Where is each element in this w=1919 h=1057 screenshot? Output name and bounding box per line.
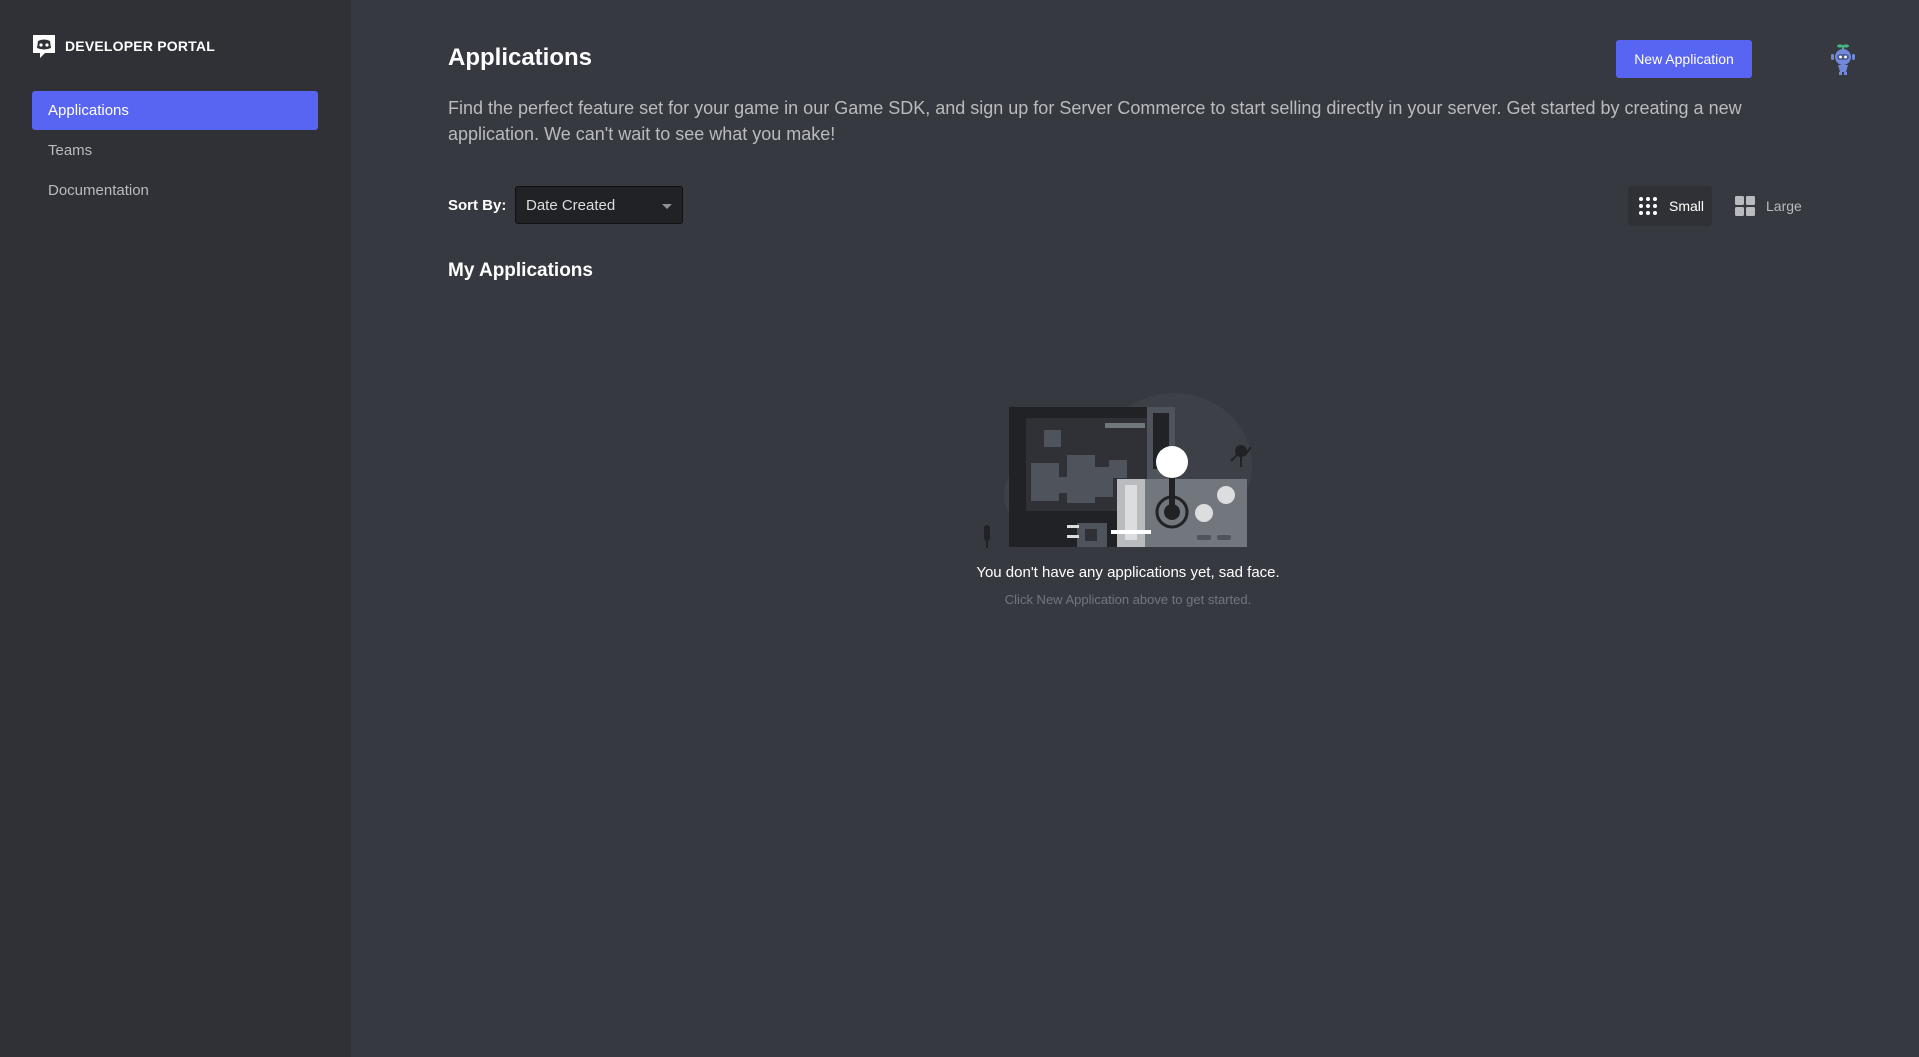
sidebar-item-teams[interactable]: Teams: [32, 131, 318, 170]
sidebar-nav: Applications Teams Documentation: [32, 91, 318, 211]
sort-select[interactable]: Date Created: [515, 186, 683, 224]
view-size-large-label: Large: [1766, 198, 1802, 214]
sidebar-item-documentation[interactable]: Documentation: [32, 171, 318, 210]
small-grid-icon: [1639, 197, 1657, 215]
view-size-small-label: Small: [1669, 198, 1705, 214]
view-size-small-button[interactable]: Small: [1628, 186, 1712, 226]
new-application-button[interactable]: New Application: [1616, 40, 1752, 78]
empty-state-title: You don't have any applications yet, sad…: [976, 564, 1280, 581]
main-content: Applications New Application Find the pe…: [351, 0, 1919, 1057]
sidebar: DEVELOPER PORTAL Applications Teams Docu…: [0, 0, 351, 1057]
brand[interactable]: DEVELOPER PORTAL: [31, 33, 215, 59]
empty-state-subtitle: Click New Application above to get start…: [1004, 592, 1252, 607]
chevron-down-icon: [662, 204, 672, 209]
brand-title: DEVELOPER PORTAL: [65, 38, 215, 54]
arcade-illustration: [984, 393, 1252, 548]
sort-label: Sort By:: [448, 197, 507, 214]
page-description: Find the perfect feature set for your ga…: [448, 98, 1742, 144]
page-title: Applications: [448, 44, 593, 71]
robot-avatar-icon[interactable]: [1826, 43, 1860, 77]
sidebar-item-applications[interactable]: Applications: [32, 91, 318, 130]
discord-logo-icon: [33, 35, 55, 58]
view-size-large-button[interactable]: Large: [1727, 186, 1807, 226]
sort-select-value: Date Created: [526, 197, 616, 214]
my-applications-title: My Applications: [448, 260, 593, 281]
large-grid-icon: [1735, 196, 1755, 216]
